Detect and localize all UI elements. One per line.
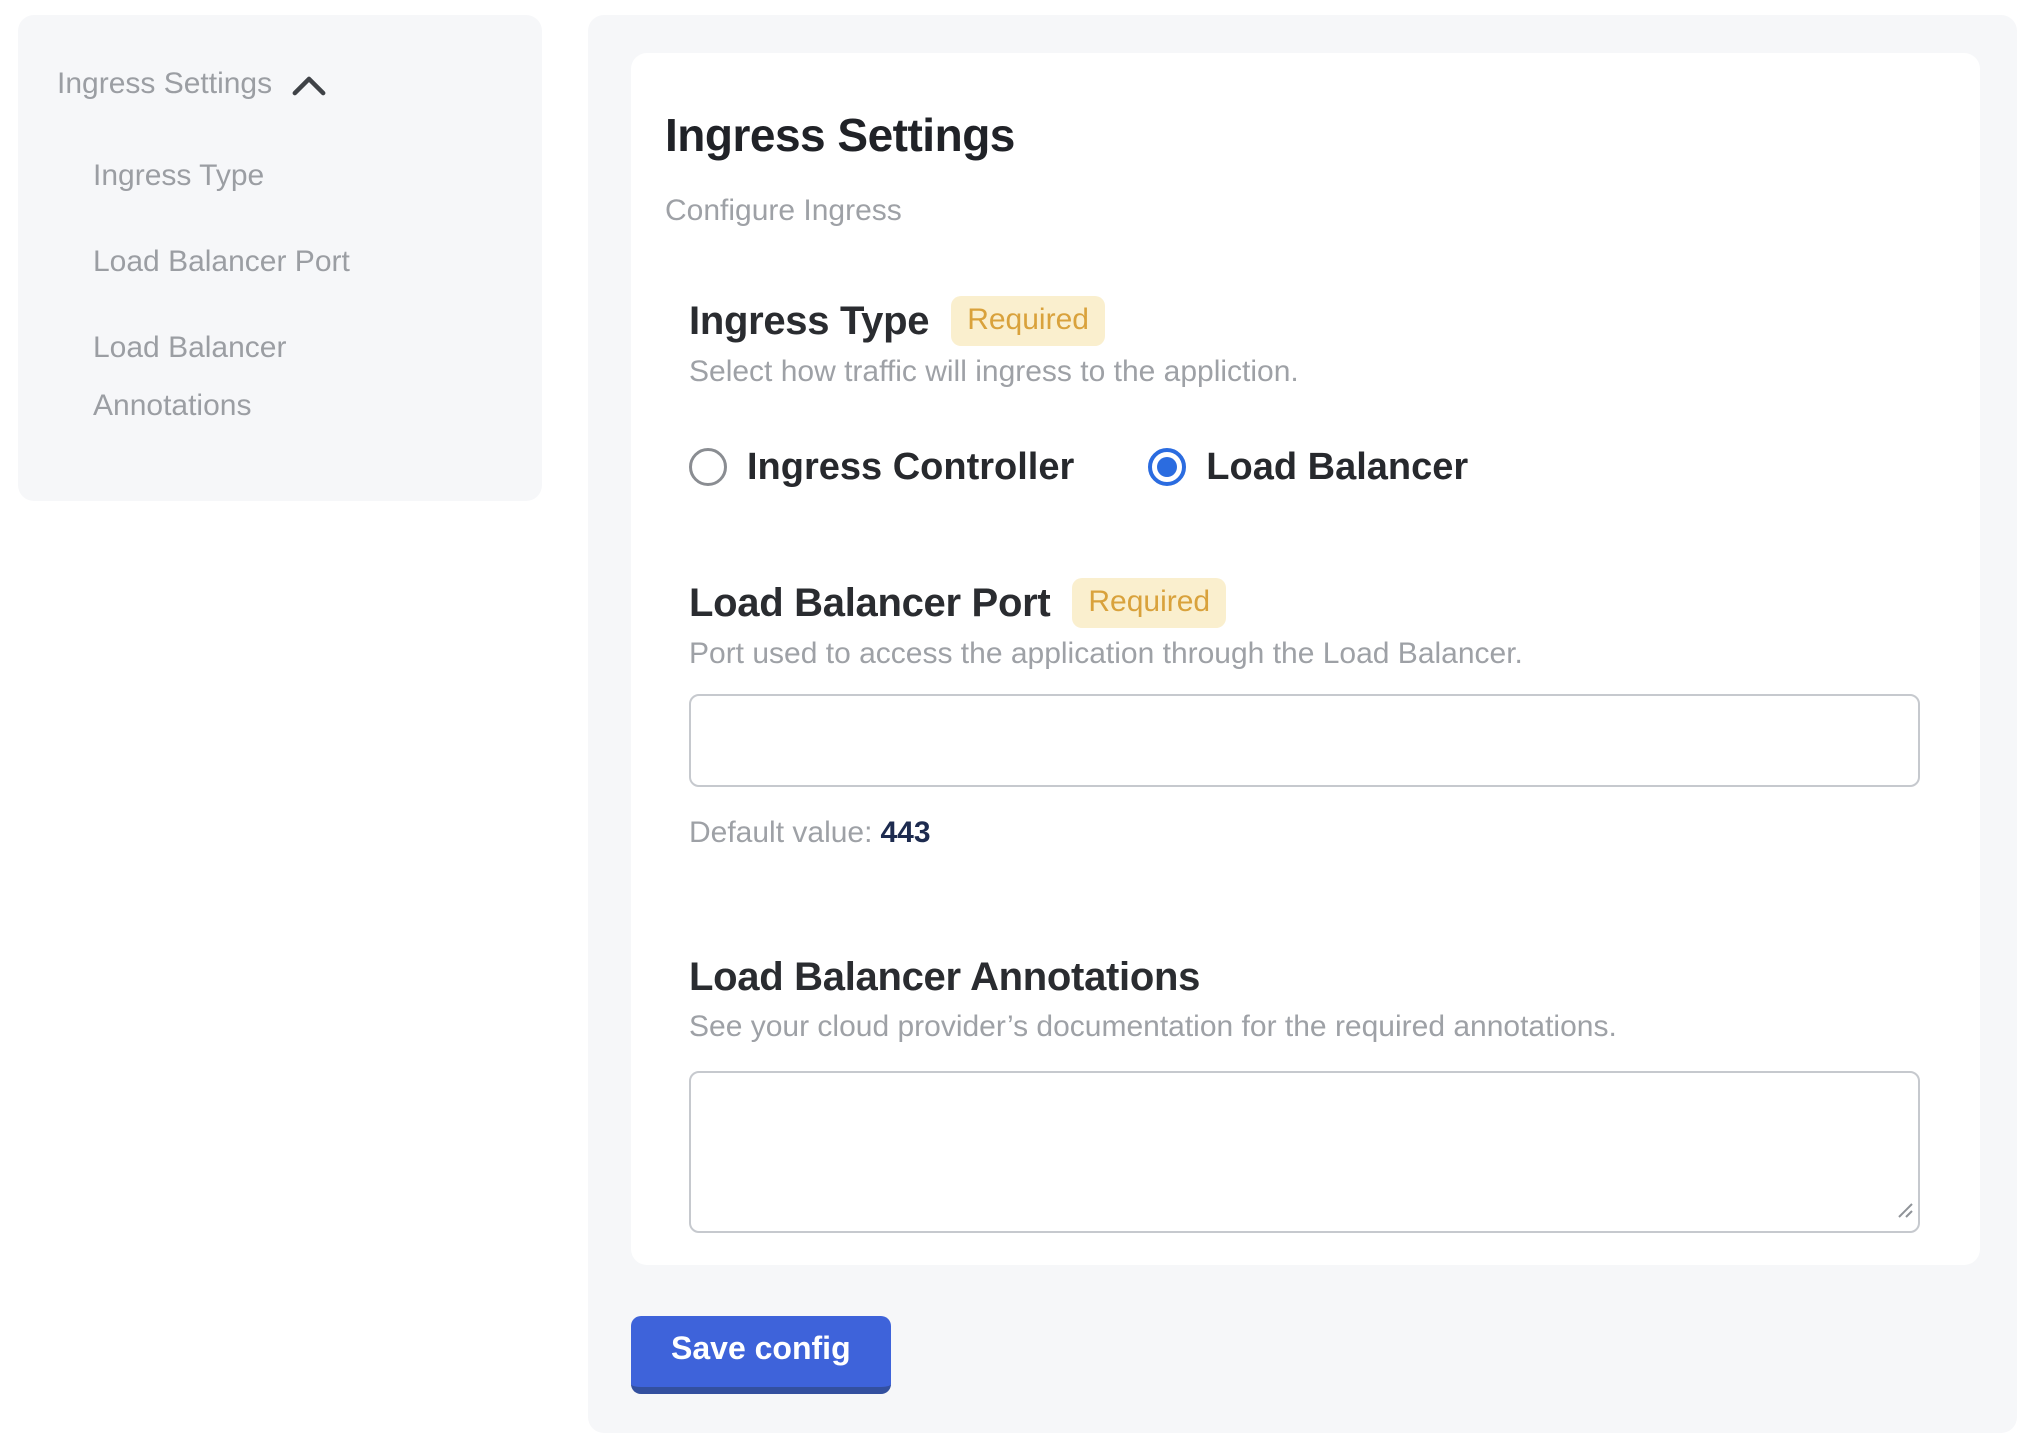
radio-option-ingress-controller[interactable]: Ingress Controller: [689, 444, 1074, 490]
ingress-type-radio-group: Ingress Controller Load Balancer: [689, 444, 1920, 490]
resize-handle-icon[interactable]: [1895, 1200, 1915, 1225]
section-description: Select how traffic will ingress to the a…: [689, 352, 1920, 392]
chevron-up-icon: [292, 76, 326, 96]
load-balancer-port-input[interactable]: [689, 694, 1920, 787]
radio-unselected-icon[interactable]: [689, 448, 727, 486]
annotations-textarea-wrap: [689, 1071, 1920, 1233]
sidebar-section-label: Ingress Settings: [57, 65, 272, 103]
section-load-balancer-annotations: Load Balancer Annotations See your cloud…: [689, 953, 1920, 1233]
section-ingress-type: Ingress Type Required Select how traffic…: [689, 296, 1920, 490]
page-subtitle: Configure Ingress: [665, 192, 1920, 230]
main-panel: Ingress Settings Configure Ingress Ingre…: [588, 15, 2017, 1433]
section-load-balancer-port: Load Balancer Port Required Port used to…: [689, 578, 1920, 853]
sidebar-item-load-balancer-annotations[interactable]: Load Balancer Annotations: [93, 319, 423, 435]
radio-selected-icon[interactable]: [1148, 448, 1186, 486]
radio-option-load-balancer[interactable]: Load Balancer: [1148, 444, 1468, 490]
sidebar-item-ingress-type[interactable]: Ingress Type: [93, 147, 423, 205]
required-badge: Required: [951, 296, 1105, 346]
section-description: See your cloud provider’s documentation …: [689, 1007, 1920, 1047]
settings-sidebar: Ingress Settings Ingress Type Load Balan…: [18, 15, 542, 501]
ingress-settings-card: Ingress Settings Configure Ingress Ingre…: [631, 53, 1980, 1265]
section-title: Load Balancer Port: [689, 579, 1050, 627]
section-title: Ingress Type: [689, 297, 929, 345]
sidebar-item-list: Ingress Type Load Balancer Port Load Bal…: [93, 147, 512, 435]
default-value-line: Default value:443: [689, 813, 1920, 853]
required-badge: Required: [1072, 578, 1226, 628]
default-value-label: Default value:: [689, 816, 872, 849]
load-balancer-annotations-textarea[interactable]: [689, 1071, 1920, 1233]
sidebar-item-load-balancer-port[interactable]: Load Balancer Port: [93, 233, 423, 291]
section-title: Load Balancer Annotations: [689, 953, 1200, 1001]
radio-label: Load Balancer: [1206, 444, 1468, 490]
sidebar-section-toggle[interactable]: Ingress Settings: [57, 65, 512, 103]
default-value: 443: [880, 816, 930, 849]
page-title: Ingress Settings: [665, 108, 1920, 162]
section-description: Port used to access the application thro…: [689, 634, 1920, 674]
radio-label: Ingress Controller: [747, 444, 1074, 490]
save-config-button[interactable]: Save config: [631, 1316, 891, 1394]
